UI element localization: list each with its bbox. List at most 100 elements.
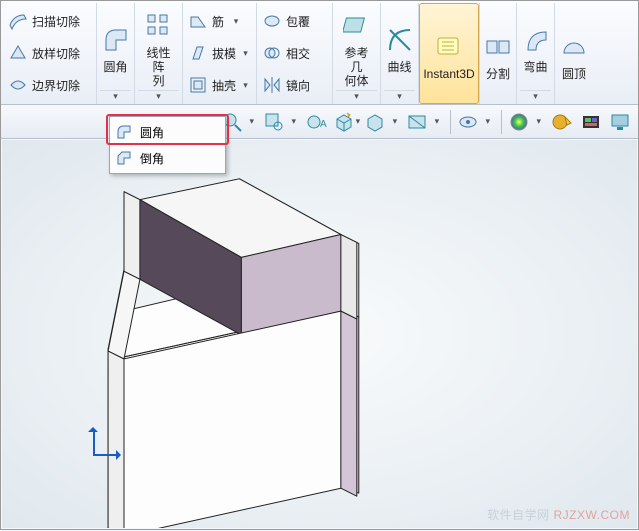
fillet-dropdown-menu: 圆角 倒角	[109, 116, 226, 174]
monitor-icon	[608, 110, 632, 134]
watermark-site: RJZXW.COM	[554, 508, 631, 522]
bend-label: 弯曲	[523, 60, 547, 74]
separator	[450, 110, 451, 134]
fillet-label: 圆角	[103, 60, 127, 74]
split-icon	[482, 31, 514, 63]
wrap-label: 包覆	[286, 13, 310, 30]
ribbon-col-refgeom: 参考几 何体 ▾	[333, 3, 381, 104]
ribbon-col-instant3d: Instant3D	[419, 3, 479, 104]
chevron-down-icon: ▾	[355, 115, 361, 129]
sphere-pencil-icon	[550, 110, 574, 134]
ribbon-col-wrap: 包覆 相交 镜向	[257, 3, 333, 104]
appearance-button[interactable]: ▾	[507, 108, 547, 136]
curves-dropdown-arrow[interactable]: ▾	[384, 90, 415, 102]
zoom-area-button[interactable]: ▾	[262, 108, 302, 136]
boundary-cut-icon	[8, 75, 28, 95]
menu-item-chamfer-label: 倒角	[140, 150, 164, 167]
menu-item-fillet[interactable]: 圆角	[110, 119, 225, 145]
bend-dropdown-arrow[interactable]: ▾	[520, 90, 551, 102]
sweep-cut-button[interactable]: 扫描切除	[6, 5, 93, 37]
menu-item-fillet-label: 圆角	[140, 124, 164, 141]
cube-icon	[333, 110, 355, 134]
draft-dropdown-arrow[interactable]: ▾	[240, 46, 251, 60]
ribbon-col-rib: 筋 ▾ 拔模 ▾ 抽壳 ▾	[183, 3, 257, 104]
ribbon-col-split: 分割	[479, 3, 517, 104]
chevron-down-icon: ▾	[387, 115, 403, 129]
shell-label: 抽壳	[212, 77, 236, 94]
curves-label: 曲线	[387, 60, 411, 74]
mirror-button[interactable]: 镜向	[260, 69, 329, 101]
ribbon-col-cut: 扫描切除 放样切除 边界切除	[3, 3, 97, 104]
watermark-label: 软件自学网	[487, 508, 550, 522]
loft-cut-icon	[8, 43, 28, 63]
sweep-cut-icon	[8, 11, 28, 31]
ribbon-col-curves: 曲线 ▾	[381, 3, 419, 104]
viewport[interactable]	[2, 140, 637, 528]
hide-show-icon	[405, 110, 429, 134]
linear-pattern-icon	[143, 10, 175, 42]
wrap-button[interactable]: 包覆	[260, 5, 329, 37]
view-orientation-button[interactable]: ▾	[333, 108, 361, 136]
loft-cut-label: 放样切除	[32, 45, 80, 62]
draft-button[interactable]: 拔模 ▾	[186, 37, 253, 69]
draft-label: 拔模	[212, 45, 236, 62]
origin-marker	[88, 430, 118, 460]
rib-icon	[188, 11, 208, 31]
fillet-dropdown-arrow[interactable]: ▾	[100, 90, 131, 102]
rib-dropdown-arrow[interactable]: ▾	[228, 14, 244, 28]
display-style-button[interactable]: ▾	[363, 108, 403, 136]
appearance-icon	[507, 110, 531, 134]
split-label: 分割	[486, 67, 510, 81]
boundary-cut-button[interactable]: 边界切除	[6, 69, 93, 101]
ref-geom-icon	[341, 10, 373, 42]
hide-show-button[interactable]: ▾	[405, 108, 445, 136]
wrap-icon	[262, 11, 282, 31]
mirror-label: 镜向	[286, 77, 310, 94]
chamfer-icon	[116, 150, 132, 166]
instant3d-icon	[433, 31, 465, 63]
shell-button[interactable]: 抽壳 ▾	[186, 69, 253, 101]
curves-icon	[384, 24, 416, 56]
separator	[501, 110, 502, 134]
ref-geom-button[interactable]: 参考几 何体	[335, 5, 379, 90]
mirror-icon	[262, 75, 282, 95]
render-button[interactable]	[607, 108, 634, 136]
sweep-cut-label: 扫描切除	[32, 13, 80, 30]
shell-dropdown-arrow[interactable]: ▾	[240, 78, 251, 92]
dome-icon	[558, 31, 590, 63]
magnifier-box-icon	[262, 110, 286, 134]
chevron-down-icon: ▾	[480, 115, 496, 129]
eye-icon	[456, 110, 480, 134]
fillet-button[interactable]: 圆角	[94, 5, 138, 90]
draft-icon	[188, 43, 208, 63]
scene-button[interactable]	[578, 108, 605, 136]
annotate-button[interactable]: A	[304, 108, 331, 136]
menu-item-chamfer[interactable]: 倒角	[110, 145, 225, 171]
curves-button[interactable]: 曲线	[378, 5, 422, 90]
loft-cut-button[interactable]: 放样切除	[6, 37, 93, 69]
linear-pattern-button[interactable]: 线性阵 列	[137, 5, 181, 90]
chevron-down-icon: ▾	[286, 115, 302, 129]
ref-geom-dropdown-arrow[interactable]: ▾	[336, 90, 377, 102]
annotate-icon: A	[305, 110, 329, 134]
rib-label: 筋	[212, 13, 224, 30]
rib-button[interactable]: 筋 ▾	[186, 5, 253, 37]
boundary-cut-label: 边界切除	[32, 77, 80, 94]
svg-text:A: A	[320, 119, 327, 130]
intersect-icon	[262, 43, 282, 63]
intersect-button[interactable]: 相交	[260, 37, 329, 69]
bend-button[interactable]: 弯曲	[514, 5, 558, 90]
visibility-button[interactable]: ▾	[456, 108, 496, 136]
chevron-down-icon: ▾	[531, 115, 547, 129]
chevron-down-icon: ▾	[244, 115, 260, 129]
ribbon: 扫描切除 放样切除 边界切除 圆角 ▾	[1, 1, 638, 105]
fillet-icon	[100, 24, 132, 56]
intersect-label: 相交	[286, 45, 310, 62]
quick-toolbar: ▾ ▾ A ▾ ▾ ▾ ▾ ▾	[1, 105, 638, 139]
pattern-dropdown-arrow[interactable]: ▾	[138, 90, 179, 102]
linear-pattern-label: 线性阵 列	[143, 46, 175, 88]
instant3d-button[interactable]: Instant3D	[419, 3, 479, 104]
dome-button[interactable]: 圆顶	[552, 5, 596, 102]
ribbon-col-dome: 圆顶	[555, 3, 593, 104]
edit-appearance-button[interactable]	[549, 108, 576, 136]
